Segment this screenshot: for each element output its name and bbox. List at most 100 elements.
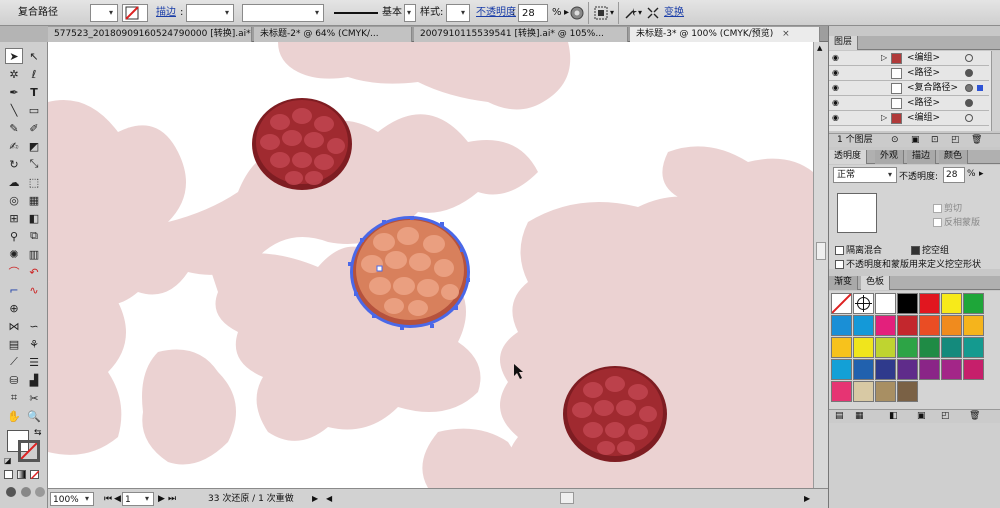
- knife-tool-icon[interactable]: ⟋: [5, 354, 23, 370]
- eyedropper-tool-icon[interactable]: ⚲: [5, 228, 23, 244]
- layers-panel-header[interactable]: 图层: [829, 36, 1000, 50]
- color-swatch[interactable]: [875, 381, 896, 402]
- swap-fill-stroke-icon[interactable]: ⇆: [34, 428, 42, 438]
- color-swatch[interactable]: [919, 337, 940, 358]
- document-tab[interactable]: 未标题-2* @ 64% (CMYK/...: [254, 27, 412, 42]
- scroll-left-icon[interactable]: ◀: [326, 492, 332, 506]
- none-mode-icon[interactable]: [30, 470, 39, 479]
- color-swatch[interactable]: [897, 337, 918, 358]
- stroke-link[interactable]: 描边: [156, 4, 176, 22]
- color-swatch[interactable]: [875, 293, 896, 314]
- prev-artboard-icon[interactable]: ◀: [114, 492, 121, 506]
- target-circle-icon[interactable]: [965, 84, 973, 92]
- selection-paint-icon[interactable]: ▟: [25, 372, 43, 388]
- color-swatch[interactable]: [919, 315, 940, 336]
- isolate-icon[interactable]: [624, 4, 638, 22]
- free-transform-tool-icon[interactable]: ⬚: [25, 174, 43, 190]
- column-graph-tool-icon[interactable]: ▥: [25, 246, 43, 262]
- artboard-tool-icon[interactable]: ⋈: [5, 318, 23, 334]
- color-swatch[interactable]: [963, 315, 984, 336]
- opacity-link[interactable]: 不透明度: [476, 4, 516, 22]
- color-swatch[interactable]: [853, 359, 874, 380]
- layer-row[interactable]: ◉ <复合路径>: [829, 81, 989, 96]
- tab-stroke[interactable]: 描边: [907, 150, 937, 164]
- color-swatch[interactable]: [875, 315, 896, 336]
- status-menu-arrow-icon[interactable]: ▶: [312, 492, 318, 506]
- rectangle-tool-icon[interactable]: ▭: [25, 102, 43, 118]
- tab-gradient[interactable]: 渐变: [829, 276, 859, 290]
- chevron-down-icon[interactable]: ▾: [638, 4, 642, 22]
- color-swatch[interactable]: [853, 315, 874, 336]
- color-swatch[interactable]: [897, 293, 918, 314]
- layer-row[interactable]: ◉ ▷ <编组>: [829, 111, 989, 126]
- color-swatch[interactable]: [831, 337, 852, 358]
- warp-tool-icon[interactable]: ☁: [5, 174, 23, 190]
- zoom-field[interactable]: 100% ▾: [50, 492, 94, 506]
- stroke-color-dropdown[interactable]: [122, 4, 148, 22]
- line-tool-icon[interactable]: ╲: [5, 102, 23, 118]
- color-swatch[interactable]: [853, 381, 874, 402]
- tab-swatches[interactable]: 色板: [861, 276, 891, 290]
- color-swatch[interactable]: [941, 359, 962, 380]
- lasso-tool-icon[interactable]: ℓ: [25, 66, 43, 82]
- selection-tool-icon[interactable]: ➤: [5, 48, 23, 64]
- layer-row[interactable]: ◉ <路径>: [829, 66, 989, 81]
- crop-tool-icon[interactable]: ⌗: [5, 390, 23, 406]
- color-swatch[interactable]: [831, 315, 852, 336]
- vertical-scroll-thumb[interactable]: [816, 242, 826, 260]
- puppet-warp-tool-icon[interactable]: ⚘: [25, 336, 43, 352]
- symbol-sprayer-tool-icon[interactable]: ✺: [5, 246, 23, 262]
- scroll-right-icon[interactable]: ▶: [804, 492, 810, 506]
- fit-artboard-icon[interactable]: [646, 4, 660, 22]
- target-circle-icon[interactable]: [965, 114, 973, 122]
- pencil-tool-icon[interactable]: ✐: [25, 120, 43, 136]
- color-mode-icon[interactable]: [4, 470, 13, 479]
- color-swatch[interactable]: [897, 359, 918, 380]
- color-swatch[interactable]: [897, 315, 918, 336]
- isolate-blend-option[interactable]: 隔离混合: [835, 243, 882, 256]
- color-swatch[interactable]: [831, 381, 852, 402]
- hand-tool-icon[interactable]: ✋: [5, 408, 23, 424]
- blend-mode-dropdown[interactable]: 正常 ▾: [833, 167, 897, 183]
- show-kinds-icon[interactable]: ▦: [855, 410, 864, 423]
- list-tool-icon[interactable]: ☰: [25, 354, 43, 370]
- swatch-options-icon[interactable]: ◧: [889, 410, 898, 423]
- opacity-mask-option[interactable]: 不透明度和蒙版用来定义挖空形状: [835, 257, 981, 270]
- delete-layer-icon[interactable]: 🗑: [971, 134, 982, 147]
- paintbrush-tool-icon[interactable]: ✎: [5, 120, 23, 136]
- layer-row[interactable]: ◉ ▷ <编组>: [829, 51, 989, 66]
- brush-dropdown-arrow[interactable]: ▾: [404, 4, 416, 22]
- width-tool-icon[interactable]: ∽: [25, 318, 43, 334]
- new-swatch-icon[interactable]: ◰: [941, 410, 950, 423]
- direct-selection-tool-icon[interactable]: ↖: [25, 48, 43, 64]
- type-tool-icon[interactable]: T: [25, 84, 43, 100]
- tab-color[interactable]: 颜色: [939, 150, 969, 164]
- artboard-number-field[interactable]: 1 ▾: [122, 492, 154, 506]
- fill-color-dropdown[interactable]: ▾: [90, 4, 118, 22]
- new-layer-icon[interactable]: ◰: [951, 134, 960, 147]
- draw-behind-icon[interactable]: [19, 486, 33, 498]
- stroke-swatch[interactable]: [18, 440, 40, 462]
- target-circle-icon[interactable]: [965, 54, 973, 62]
- expand-arrow-icon[interactable]: ▷: [881, 111, 887, 125]
- visibility-eye-icon[interactable]: ◉: [832, 54, 840, 62]
- scroll-up-icon[interactable]: ▲: [817, 44, 822, 52]
- invert-mask-option[interactable]: 反相蒙版: [933, 215, 980, 228]
- layers-tab[interactable]: 图层: [829, 36, 859, 50]
- paint-bucket-tool-icon[interactable]: ⛁: [5, 372, 23, 388]
- document-tab-active[interactable]: 未标题-3* @ 100% (CMYK/预览) ×: [630, 27, 820, 42]
- color-swatch[interactable]: [831, 359, 852, 380]
- graphic-style-dropdown[interactable]: ▾: [446, 4, 470, 22]
- selection-indicator[interactable]: [977, 85, 983, 91]
- clip-option[interactable]: 剪切: [933, 201, 962, 214]
- color-swatch[interactable]: [941, 315, 962, 336]
- color-swatch[interactable]: [963, 337, 984, 358]
- horizontal-scroll-thumb[interactable]: [560, 492, 574, 504]
- visibility-eye-icon[interactable]: ◉: [832, 84, 840, 92]
- recolor-icon[interactable]: [570, 4, 584, 22]
- opacity-arrow-icon[interactable]: ▸: [979, 169, 984, 179]
- anchor-point-tool-icon[interactable]: ⌒: [5, 264, 23, 280]
- swatch-registration[interactable]: [853, 293, 874, 314]
- zoom-tool-icon[interactable]: 🔍: [25, 408, 43, 424]
- color-swatch[interactable]: [963, 293, 984, 314]
